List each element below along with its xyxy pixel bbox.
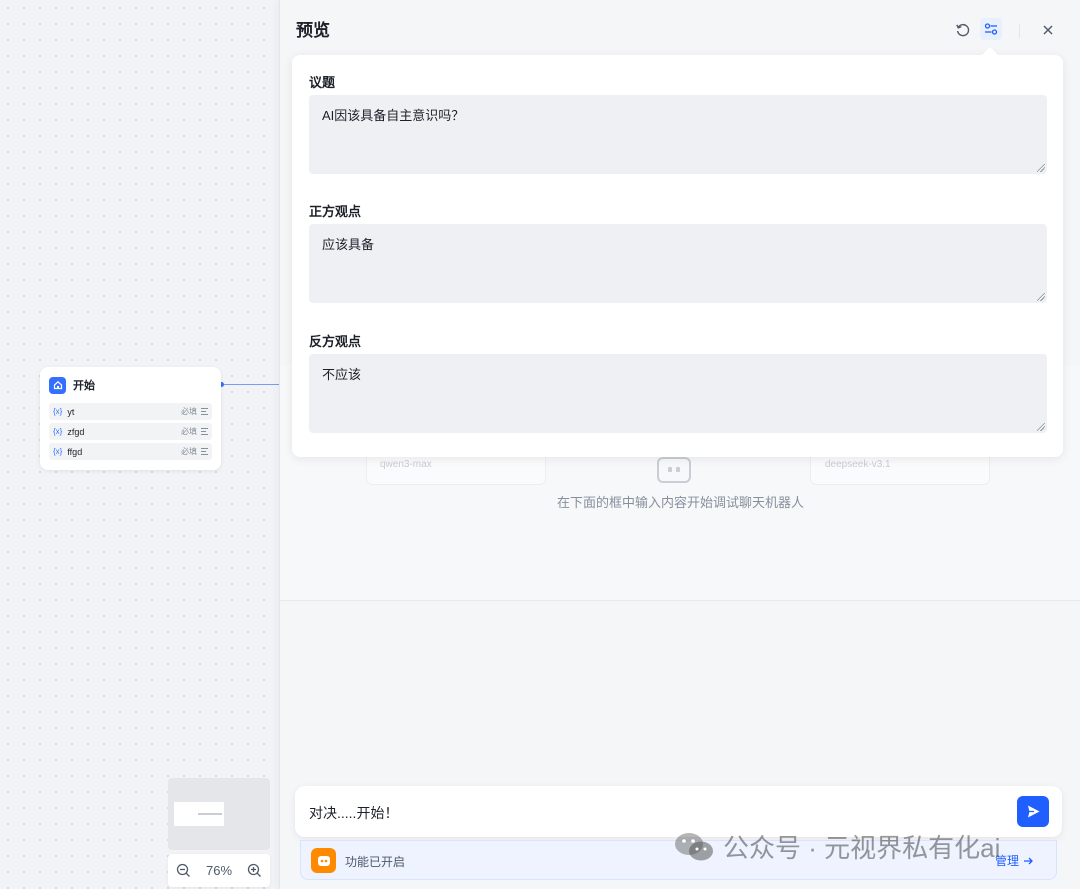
start-node[interactable]: 开始 {x} yt 必填 {x} zfgd 必填 {x} ffgd 必填: [40, 367, 221, 470]
header-divider: [1019, 24, 1020, 38]
start-node-title: 开始: [73, 380, 95, 392]
variable-icon: {x}: [53, 407, 63, 416]
empty-chat-hint: 在下面的框中输入内容开始调试聊天机器人: [556, 495, 804, 510]
panel-title: 预览: [296, 21, 330, 40]
variable-icon: {x}: [53, 427, 63, 436]
field-label-con: 反方观点: [309, 334, 362, 349]
close-icon[interactable]: [1037, 19, 1059, 41]
field-label-topic: 议题: [309, 75, 336, 90]
send-icon: [1027, 805, 1039, 818]
start-node-header: 开始: [49, 376, 212, 394]
menu-lines-icon: [201, 428, 208, 435]
zoom-controls: 76%: [168, 854, 270, 887]
required-tag: 必填: [181, 427, 197, 436]
ghost-model-label: qwen3-max: [380, 459, 432, 470]
variable-name: yt: [67, 406, 75, 417]
variable-icon: {x}: [53, 447, 63, 456]
arrow-right-icon: [1024, 857, 1033, 864]
settings-sliders-icon[interactable]: [980, 18, 1002, 40]
variable-name: zfgd: [67, 426, 85, 437]
send-button[interactable]: [1017, 796, 1049, 827]
quote-icon: [311, 848, 336, 873]
ghost-model-label: deepseek-v3.1: [825, 459, 891, 470]
variables-form: 议题 AI因该具备自主意识吗？ 正方观点 应该具备 反方观点 不应该: [292, 55, 1063, 457]
variable-row[interactable]: {x} zfgd 必填: [49, 423, 212, 440]
variable-name: ffgd: [67, 446, 83, 457]
pro-view-textarea[interactable]: 应该具备: [309, 224, 1047, 303]
variable-row[interactable]: {x} ffgd 必填: [49, 443, 212, 460]
manage-link[interactable]: 管理: [995, 852, 1034, 869]
watermark-text: 公众号 · 元视界私有化ai: [723, 833, 1001, 863]
feature-status: 功能已开启: [345, 855, 406, 869]
con-view-textarea[interactable]: 不应该: [309, 354, 1047, 433]
required-tag: 必填: [181, 447, 197, 456]
minimap-viewport: [174, 802, 224, 826]
robot-icon: [657, 457, 691, 483]
topic-textarea[interactable]: AI因该具备自主意识吗？: [309, 95, 1047, 174]
required-tag: 必填: [181, 407, 197, 416]
reset-icon[interactable]: [952, 19, 974, 41]
node-connector: [221, 384, 281, 385]
home-icon: [49, 376, 66, 394]
watermark: 公众号 · 元视界私有化ai: [673, 828, 1000, 865]
wechat-icon: [675, 832, 713, 860]
zoom-out-icon[interactable]: [175, 863, 191, 879]
zoom-in-icon[interactable]: [247, 863, 263, 879]
minimap[interactable]: [168, 778, 270, 850]
zoom-level: 76%: [205, 863, 233, 878]
chat-input-text: 对决.....开始！: [309, 805, 399, 821]
preview-panel: 预览 qwen3-max deepseek-v3.1 在下面的框中输入内容开始调…: [279, 0, 1080, 889]
field-label-pro: 正方观点: [309, 204, 362, 219]
variable-row[interactable]: {x} yt 必填: [49, 403, 212, 420]
menu-lines-icon: [201, 408, 208, 415]
menu-lines-icon: [201, 448, 208, 455]
